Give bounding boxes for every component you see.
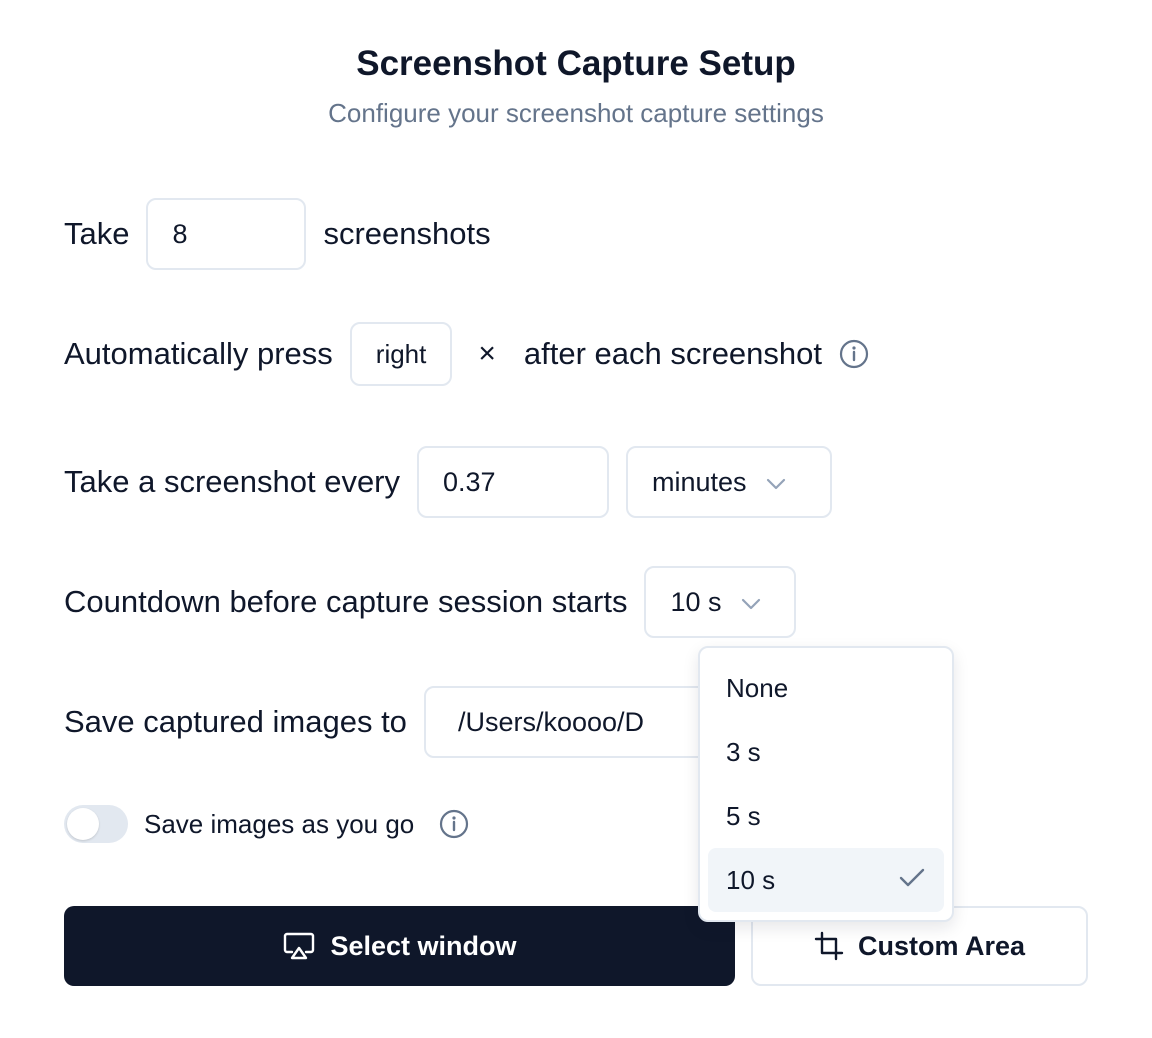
- countdown-option-label: 5 s: [726, 800, 761, 831]
- interval-unit-select[interactable]: minutes: [626, 446, 833, 518]
- key-chip[interactable]: right: [349, 322, 453, 386]
- page-title: Screenshot Capture Setup: [356, 44, 796, 83]
- custom-area-label: Custom Area: [857, 930, 1026, 961]
- key-chip-label: right: [375, 338, 427, 369]
- remove-key-button[interactable]: ×: [478, 337, 496, 371]
- countdown-option-label: 3 s: [726, 736, 761, 767]
- countdown-row: Countdown before capture session starts …: [64, 566, 797, 638]
- info-icon[interactable]: [838, 338, 870, 370]
- keypress-prefix-label: Automatically press: [64, 336, 333, 371]
- screenshot-count-value: 8: [172, 218, 188, 249]
- interval-unit-value: minutes: [652, 466, 747, 497]
- save-path-input[interactable]: /Users/koooo/D: [423, 686, 734, 758]
- interval-input[interactable]: 0.37: [417, 446, 610, 518]
- countdown-select[interactable]: 10 s: [644, 566, 797, 638]
- countdown-option-3s[interactable]: 3 s: [708, 720, 944, 784]
- chevron-down-icon: [740, 587, 762, 618]
- countdown-option-label: 10 s: [726, 864, 776, 895]
- screen-share-icon: [282, 931, 316, 961]
- save-as-you-go-toggle[interactable]: [64, 805, 128, 843]
- screenshot-count-input[interactable]: 8: [146, 198, 307, 270]
- capture-setup-page: Screenshot Capture Setup Configure your …: [0, 0, 1152, 1038]
- countdown-label: Countdown before capture session starts: [64, 584, 628, 619]
- chevron-down-icon: [765, 467, 787, 498]
- screenshot-count-row: Take 8 screenshots: [64, 198, 491, 270]
- save-path-value: /Users/koooo/D: [457, 706, 645, 737]
- toggle-knob: [67, 808, 99, 840]
- select-window-button[interactable]: Select window: [64, 906, 735, 986]
- save-location-label: Save captured images to: [64, 704, 407, 739]
- interval-value: 0.37: [443, 466, 496, 497]
- count-prefix-label: Take: [64, 216, 130, 251]
- countdown-dropdown-menu: None 3 s 5 s 10 s: [698, 646, 954, 922]
- select-window-label: Select window: [330, 930, 517, 961]
- count-suffix-label: screenshots: [323, 216, 491, 251]
- countdown-selected-value: 10 s: [670, 586, 722, 617]
- crop-icon: [814, 931, 844, 961]
- countdown-option-10s[interactable]: 10 s: [708, 848, 944, 912]
- check-icon: [898, 865, 926, 896]
- save-location-row: Save captured images to /Users/koooo/D: [64, 686, 734, 758]
- save-as-you-go-row: Save images as you go: [64, 804, 470, 844]
- countdown-option-none[interactable]: None: [708, 656, 944, 720]
- interval-row: Take a screenshot every 0.37 minutes: [64, 446, 833, 518]
- keypress-row: Automatically press right × after each s…: [64, 322, 870, 386]
- info-icon[interactable]: [438, 808, 470, 840]
- interval-prefix-label: Take a screenshot every: [64, 464, 401, 499]
- page-subtitle: Configure your screenshot capture settin…: [328, 98, 824, 128]
- countdown-option-label: None: [726, 672, 789, 703]
- save-as-you-go-label: Save images as you go: [144, 808, 415, 839]
- keypress-suffix-label: after each screenshot: [523, 336, 823, 371]
- countdown-option-5s[interactable]: 5 s: [708, 784, 944, 848]
